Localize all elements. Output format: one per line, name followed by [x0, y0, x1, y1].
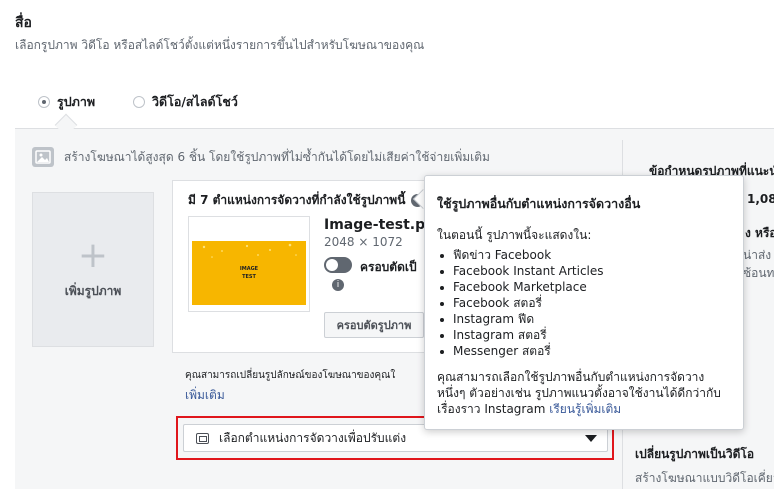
add-image-button[interactable]: + เพิ่มรูปภาพ	[32, 192, 154, 347]
radio-option-image[interactable]: รูปภาพ	[38, 93, 95, 111]
placement-card-title: มี 7 ตำแหน่งการจัดวางที่กำลังใช้รูปภาพนี…	[188, 193, 406, 207]
radio-label-video: วิดีโอ/สไลด์โชว์	[152, 94, 238, 109]
tooltip-title: ใช้รูปภาพอื่นกับตำแหน่งการจัดวางอื่น	[437, 196, 641, 211]
radio-option-video[interactable]: วิดีโอ/สไลด์โชว์	[133, 93, 238, 111]
info-banner: สร้างโฆษณาได้สูงสุด 6 ชิ้น โดยใช้รูปภาพท…	[32, 147, 490, 167]
add-image-label: เพิ่มรูปภาพ	[64, 284, 122, 298]
section-title: สื่อ	[15, 15, 32, 31]
placement-select-label: เลือกตำแหน่งการจัดวางเพื่อปรับแต่ง	[219, 430, 407, 445]
list-item: ฟีดข่าว Facebook	[437, 247, 731, 263]
list-item: Instagram สตอรี่	[437, 327, 731, 343]
specs-line-5: ซ้อนท	[743, 266, 774, 280]
specs-width: 1,080	[747, 192, 774, 206]
list-item: Messenger สตอรี่	[437, 343, 731, 359]
placement-icon	[196, 432, 209, 444]
crop-info-icon[interactable]: i	[332, 279, 344, 291]
tooltip-intro: ในตอนนี้ รูปภาพนี้จะแสดงใน:	[437, 228, 592, 242]
image-icon	[32, 147, 54, 167]
image-thumbnail: IMAGE TEST	[192, 241, 306, 305]
convert-to-video-desc: สร้างโฆษณาแบบวิดีโอเคี่ยว	[635, 471, 774, 485]
placement-card-header: มี 7 ตำแหน่งการจัดวางที่กำลังใช้รูปภาพนี…	[188, 191, 425, 210]
specs-line-3: ง หรือ	[745, 226, 774, 240]
learn-more-link[interactable]: เพิ่มเติม	[185, 386, 225, 405]
image-dimensions: 2048 × 1072	[324, 235, 403, 249]
customize-description: คุณสามารถเปลี่ยนรูปลักษณ์ของโฆษณาของคุณใ	[185, 370, 396, 381]
placement-tooltip: ใช้รูปภาพอื่นกับตำแหน่งการจัดวางอื่น ในต…	[424, 175, 744, 430]
list-item: Facebook สตอรี่	[437, 295, 731, 311]
plus-icon: +	[77, 235, 109, 276]
radio-label-image: รูปภาพ	[57, 94, 96, 109]
list-item: Instagram ฟีด	[437, 311, 731, 327]
radio-button-image[interactable]	[38, 96, 50, 108]
crop-toggle[interactable]	[324, 257, 352, 273]
specs-line-4: น่าส่ง	[743, 248, 772, 262]
crop-toggle-label: ครอบตัดเป็	[360, 260, 417, 274]
thumbnail-text: IMAGE TEST	[239, 266, 259, 280]
info-banner-text: สร้างโฆษณาได้สูงสุด 6 ชิ้น โดยใช้รูปภาพท…	[64, 149, 490, 164]
list-item: Facebook Marketplace	[437, 279, 731, 295]
list-item: Facebook Instant Articles	[437, 263, 731, 279]
tooltip-body: คุณสามารถเลือกใช้รูปภาพอื่นกับตำแหน่งการ…	[437, 369, 731, 417]
dropdown-caret-icon	[585, 435, 597, 442]
tooltip-learn-more-link[interactable]: เรียนรู้เพิ่มเติม	[549, 402, 621, 416]
section-description: เลือกรูปภาพ วิดีโอ หรือสไลด์โชว์ตั้งแต่ห…	[15, 38, 425, 52]
convert-to-video-heading: เปลี่ยนรูปภาพเป็นวิดีโอ	[635, 447, 755, 461]
crop-image-button[interactable]: ครอบตัดรูปภาพ	[324, 312, 424, 338]
radio-button-video[interactable]	[133, 96, 145, 108]
tooltip-placement-list: ฟีดข่าว Facebook Facebook Instant Articl…	[437, 247, 731, 359]
